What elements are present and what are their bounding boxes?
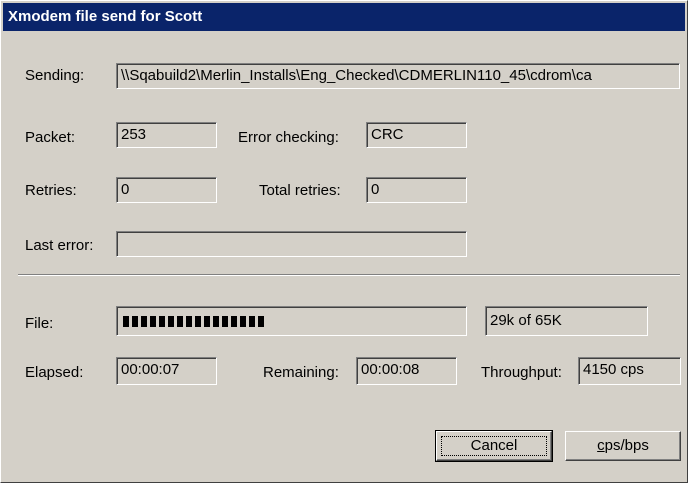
- last-error-label: Last error:: [25, 237, 94, 254]
- total-retries-label: Total retries:: [259, 182, 341, 199]
- throughput-field: 4150 cps: [578, 357, 681, 385]
- elapsed-value: 00:00:07: [121, 361, 180, 378]
- remaining-value: 00:00:08: [361, 361, 420, 378]
- title-bar[interactable]: Xmodem file send for Scott: [3, 3, 685, 31]
- xmodem-send-dialog: Xmodem file send for Scott Sending: \\Sq…: [0, 0, 688, 483]
- throughput-value: 4150 cps: [583, 361, 644, 378]
- elapsed-field: 00:00:07: [116, 357, 217, 385]
- packet-label: Packet:: [25, 129, 76, 146]
- window-title: Xmodem file send for Scott: [8, 8, 203, 25]
- remaining-label: Remaining:: [263, 364, 339, 381]
- cancel-button[interactable]: Cancel: [435, 430, 553, 462]
- file-progress-bar: [116, 306, 467, 336]
- packet-field: 253: [116, 122, 217, 148]
- separator-line: [18, 274, 680, 276]
- error-checking-label: Error checking:: [238, 129, 339, 146]
- total-retries-value: 0: [371, 181, 380, 198]
- cps-bps-accelerator: c: [597, 437, 605, 454]
- sending-path-value: \\Sqabuild2\Merlin_Installs\Eng_Checked\…: [121, 67, 592, 84]
- elapsed-label: Elapsed:: [25, 364, 84, 381]
- file-size-value: 29k of 65K: [490, 312, 562, 329]
- packet-value: 253: [121, 126, 147, 143]
- sending-label: Sending:: [25, 67, 85, 84]
- error-checking-value: CRC: [371, 126, 404, 143]
- cps-bps-rest: ps/bps: [604, 437, 649, 454]
- cps-bps-button[interactable]: cps/bps: [565, 431, 681, 461]
- retries-label: Retries:: [25, 182, 77, 199]
- retries-field: 0: [116, 177, 217, 203]
- file-size-field: 29k of 65K: [485, 306, 648, 336]
- last-error-field: [116, 231, 467, 257]
- total-retries-field: 0: [366, 177, 467, 203]
- retries-value: 0: [121, 181, 130, 198]
- file-label: File:: [25, 315, 54, 332]
- remaining-field: 00:00:08: [356, 357, 457, 385]
- cancel-button-label: Cancel: [470, 437, 518, 454]
- cps-bps-button-label: cps/bps: [597, 437, 649, 454]
- throughput-label: Throughput:: [481, 364, 562, 381]
- sending-path-field: \\Sqabuild2\Merlin_Installs\Eng_Checked\…: [116, 63, 680, 89]
- error-checking-field: CRC: [366, 122, 467, 148]
- file-progress-fill: [123, 316, 264, 327]
